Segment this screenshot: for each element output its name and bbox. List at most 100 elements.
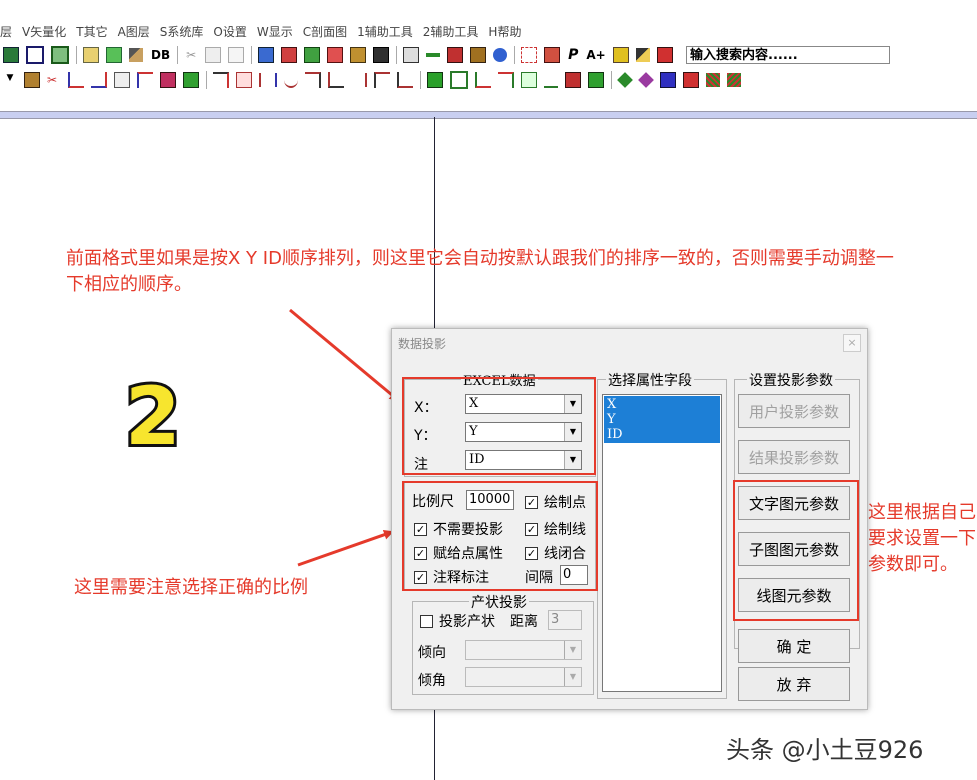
a-plus-icon[interactable]: A+ xyxy=(586,48,605,62)
break-icon[interactable] xyxy=(351,73,367,87)
search-input[interactable]: 输入搜索内容...... xyxy=(686,46,890,64)
copy-icon[interactable] xyxy=(205,47,222,63)
pattern-icon[interactable] xyxy=(727,73,741,87)
polygon-node-icon[interactable] xyxy=(450,71,468,89)
toolbar-separator xyxy=(514,46,516,64)
annotation-left: 这里需要注意选择正确的比例 xyxy=(74,577,308,598)
ok-button[interactable]: 确 定 xyxy=(738,629,850,663)
hatch-icon[interactable] xyxy=(706,73,720,87)
diamond-purple-icon[interactable] xyxy=(638,72,654,88)
pen-icon[interactable] xyxy=(447,47,464,63)
draw-line-icon[interactable] xyxy=(24,72,40,88)
connect-icon[interactable] xyxy=(374,72,390,88)
new-icon[interactable] xyxy=(3,47,19,63)
db-icon[interactable]: DB xyxy=(151,48,170,62)
chevron-down-icon[interactable]: ▼ xyxy=(564,641,581,659)
chevron-down-icon[interactable]: ▼ xyxy=(564,668,581,686)
move-line-icon[interactable] xyxy=(114,72,130,88)
distance-input[interactable]: 3 xyxy=(548,610,582,630)
select-icon[interactable] xyxy=(258,47,275,63)
list-item[interactable]: X xyxy=(607,397,616,412)
cut-icon[interactable]: ✂ xyxy=(184,48,198,62)
dialog-title: 数据投影 xyxy=(398,337,447,351)
polygon-split-icon[interactable] xyxy=(475,72,491,88)
menu-aux-tools-1[interactable]: 1辅助工具 xyxy=(357,23,413,40)
menu-system-lib[interactable]: S系统库 xyxy=(160,23,204,40)
checkbox-box xyxy=(420,614,433,628)
trim-icon[interactable] xyxy=(328,72,344,88)
hammer-icon[interactable] xyxy=(129,48,143,62)
horizontal-ruler xyxy=(0,111,977,119)
copy-line-icon[interactable] xyxy=(236,72,252,88)
bar-chart-icon[interactable] xyxy=(656,47,673,63)
dip-angle-select[interactable]: ▼ xyxy=(465,667,582,687)
split-line-icon[interactable] xyxy=(68,72,84,88)
list-item[interactable]: ID xyxy=(607,427,623,442)
window-icon[interactable] xyxy=(51,46,69,64)
measure-icon[interactable] xyxy=(403,47,420,63)
edit-icon[interactable] xyxy=(373,47,390,63)
diamond-green-icon[interactable] xyxy=(617,72,633,88)
project-occurrence-checkbox[interactable]: 投影产状 xyxy=(420,611,495,631)
house-icon[interactable] xyxy=(544,47,561,63)
arrow-left xyxy=(297,529,394,567)
attr-fields-list[interactable]: X Y ID xyxy=(602,394,722,692)
screen-icon[interactable] xyxy=(106,47,122,63)
polygon-merge-icon[interactable] xyxy=(498,72,514,88)
menu-other[interactable]: T其它 xyxy=(76,23,107,40)
copy-window-icon[interactable] xyxy=(26,46,44,64)
smooth-icon[interactable] xyxy=(284,72,298,88)
list-item[interactable]: Y xyxy=(607,412,616,427)
node-edit-icon[interactable] xyxy=(160,72,176,88)
toolbar-separator xyxy=(206,71,207,89)
menu-vectorize[interactable]: V矢量化 xyxy=(22,23,66,40)
dip-direction-select[interactable]: ▼ xyxy=(465,640,582,660)
pencil-icon[interactable] xyxy=(635,48,650,62)
result-projection-button[interactable]: 结果投影参数 xyxy=(738,440,850,474)
menu-display[interactable]: W显示 xyxy=(257,23,293,40)
arrow-icon[interactable] xyxy=(281,47,298,63)
save-icon[interactable] xyxy=(350,47,367,63)
menu-bar: 层 V矢量化 T其它 A图层 S系统库 O设置 W显示 C剖面图 1辅助工具 2… xyxy=(0,20,977,42)
globe-icon[interactable] xyxy=(493,48,508,62)
delete-line-icon[interactable] xyxy=(137,72,153,88)
color-blue-icon[interactable] xyxy=(660,72,676,88)
layer-icon[interactable] xyxy=(327,47,344,63)
menu-layers[interactable]: A图层 xyxy=(118,23,150,40)
line-attr-icon[interactable] xyxy=(183,72,199,88)
dropdown-arrow-icon[interactable]: ▼ xyxy=(3,73,17,87)
watermark: 头条 @小土豆926 xyxy=(726,736,924,764)
polygon-grid-icon[interactable] xyxy=(588,72,604,88)
cancel-button[interactable]: 放 弃 xyxy=(738,667,850,701)
polygon-green-icon[interactable] xyxy=(427,72,443,88)
join-line-icon[interactable] xyxy=(91,72,107,88)
color-red-icon[interactable] xyxy=(683,72,699,88)
user-projection-button[interactable]: 用户投影参数 xyxy=(738,394,850,428)
toolbar-separator xyxy=(251,46,253,64)
p-icon[interactable]: P xyxy=(568,47,578,63)
brush-icon[interactable] xyxy=(470,47,487,63)
marker-icon[interactable] xyxy=(612,47,629,63)
polygon-edit-icon[interactable] xyxy=(521,72,537,88)
shape-icon[interactable] xyxy=(397,72,413,88)
highlight-excel xyxy=(402,377,596,475)
paste-icon[interactable] xyxy=(228,47,245,63)
reverse-icon[interactable] xyxy=(213,72,229,88)
extend-icon[interactable] xyxy=(305,72,321,88)
data-projection-dialog: 数据投影 × EXCEL数据 X： X ▼ Y： Y ▼ 注 ID ▼ 比例尺 … xyxy=(391,328,868,710)
print-icon[interactable] xyxy=(83,47,99,63)
menu-aux-tools-2[interactable]: 2辅助工具 xyxy=(423,23,479,40)
line-tool-icon[interactable] xyxy=(426,53,441,57)
close-icon[interactable]: × xyxy=(843,334,861,352)
node-icon[interactable] xyxy=(304,47,321,63)
menu-help[interactable]: H帮助 xyxy=(488,23,521,40)
dip-angle-label: 倾角 xyxy=(418,673,446,689)
menu-settings[interactable]: O设置 xyxy=(213,23,246,40)
parallel-icon[interactable] xyxy=(259,73,277,87)
menu-section[interactable]: C剖面图 xyxy=(303,23,347,40)
polygon-fill-icon[interactable] xyxy=(565,72,581,88)
cut-line-icon[interactable]: ✂ xyxy=(47,73,61,87)
polygon-line-icon[interactable] xyxy=(544,72,558,88)
menu-layer[interactable]: 层 xyxy=(0,23,12,40)
point-icon[interactable] xyxy=(521,47,538,63)
